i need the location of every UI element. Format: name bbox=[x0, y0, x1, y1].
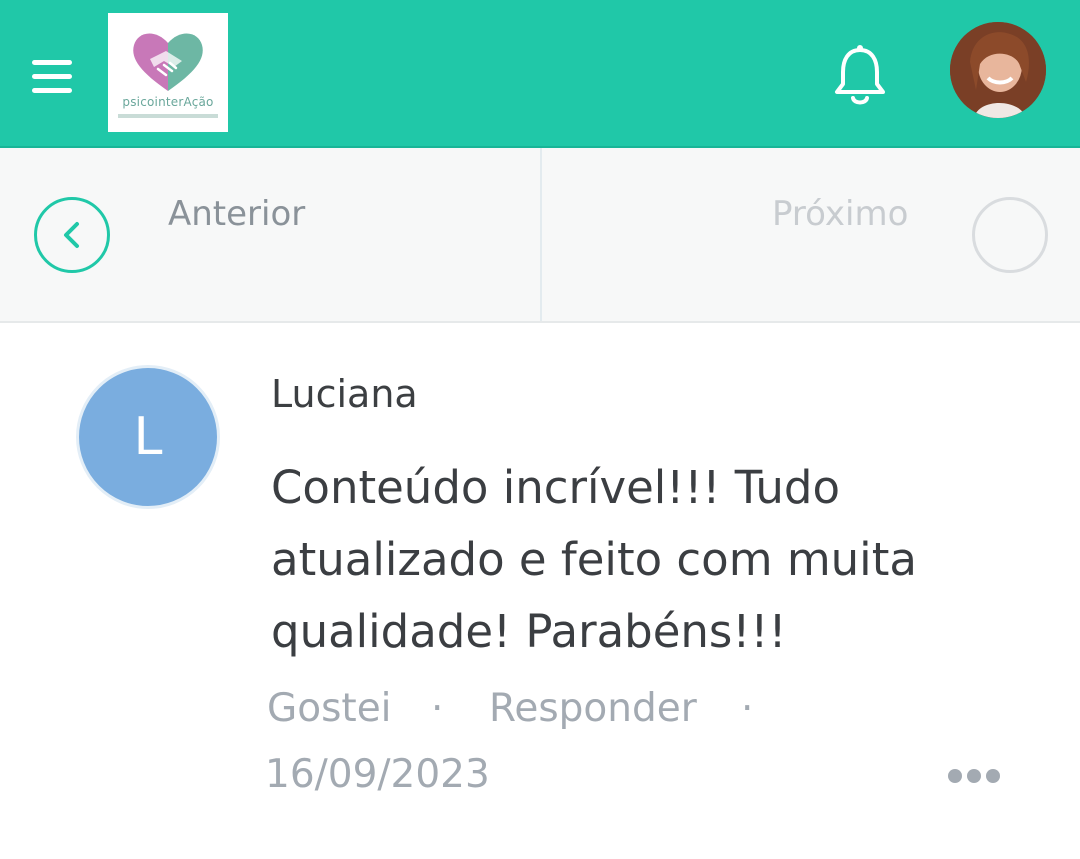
reply-button[interactable]: Responder bbox=[489, 686, 697, 731]
comment-text: Conteúdo incrível!!! Tudo atualizado e f… bbox=[271, 461, 917, 658]
bell-icon[interactable] bbox=[834, 44, 886, 110]
logo[interactable]: psicointerAção bbox=[108, 13, 228, 132]
heart-handshake-icon bbox=[133, 33, 203, 91]
previous-label[interactable]: Anterior bbox=[168, 194, 305, 234]
chevron-left-icon bbox=[64, 222, 79, 248]
separator: · bbox=[741, 686, 754, 731]
like-button[interactable]: Gostei bbox=[267, 686, 392, 731]
next-button[interactable] bbox=[972, 197, 1048, 273]
post-navigation: Anterior Próximo bbox=[0, 148, 1080, 323]
logo-text: psicointerAção bbox=[122, 95, 214, 109]
comment-date: 16/09/2023 bbox=[265, 752, 490, 797]
logo-tagline bbox=[118, 114, 218, 118]
next-label[interactable]: Próximo bbox=[772, 194, 908, 234]
separator: · bbox=[431, 686, 444, 731]
top-app-bar: psicointerAção bbox=[0, 0, 1080, 148]
previous-button[interactable] bbox=[34, 197, 110, 273]
more-options-icon[interactable] bbox=[944, 765, 1004, 789]
avatar: L bbox=[76, 365, 220, 509]
nav-divider bbox=[540, 148, 542, 321]
profile-photo[interactable] bbox=[950, 22, 1046, 118]
comment-author: Luciana bbox=[271, 372, 418, 416]
menu-icon[interactable] bbox=[32, 58, 72, 96]
